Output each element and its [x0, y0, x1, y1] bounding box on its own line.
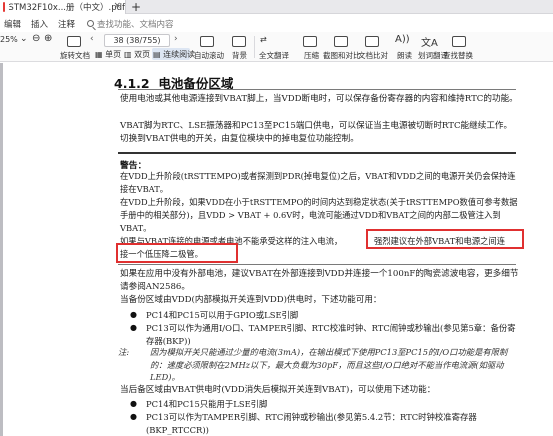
find-replace-label[interactable]: 查找替换 — [443, 50, 473, 61]
double-page-label: 双页 — [134, 50, 151, 59]
zoom-dropdown-icon[interactable]: ⌄ — [20, 34, 28, 44]
full-translate-button[interactable]: 全文翻译 — [259, 50, 289, 61]
heading-rule — [118, 89, 516, 90]
tab-bar: STM32F10x...册（中文）.pdf × + — [0, 0, 553, 14]
screenshot-compare-icon[interactable] — [334, 36, 348, 47]
warning-end-rule — [118, 264, 516, 265]
auto-scroll-icon[interactable] — [200, 36, 214, 47]
zoom-out-icon[interactable]: ⊖ — [32, 33, 40, 44]
compress-icon[interactable] — [303, 36, 317, 47]
smart-translate-icon[interactable]: ⇄ — [260, 35, 267, 44]
continuous-read-button[interactable]: ▤ 连续阅读 — [153, 49, 195, 60]
list-item: PC13可以作为TAMPER引脚、RTC闹钟或秒输出(参见第5.4.2节：RTC… — [130, 411, 520, 436]
next-page-icon[interactable]: › — [174, 34, 178, 44]
toolbar: 25% ⌄ ⊖ ⊕ 旋转文档 ‹ 38 (38/755) › ▦ 单页 ▥ 双页… — [0, 32, 553, 62]
new-tab-button[interactable]: + — [131, 0, 141, 14]
menu-edit[interactable]: 编辑 — [4, 18, 21, 30]
paragraph-vdd-functions: 当备份区域由VDD(内部模拟开关连到VDD)供电时，下述功能可用： — [120, 295, 382, 305]
rotate-document-icon[interactable] — [67, 36, 81, 47]
continuous-read-label: 连续阅读 — [163, 50, 196, 59]
document-tab[interactable]: STM32F10x...册（中文）.pdf × — [0, 0, 126, 14]
paragraph-vbat-functions: 当后备区域由VBAT供电时(VDD消失后模拟开关连到VBAT)，可以使用下述功能… — [120, 385, 436, 395]
note-text: 因为模拟开关只能通过少量的电流(3mA)，在输出模式下使用PC13至PC15的I… — [150, 347, 508, 382]
rotate-document-label[interactable]: 旋转文档 — [60, 50, 90, 61]
page-number-input[interactable]: 38 (38/755) — [104, 34, 170, 47]
background-icon[interactable] — [232, 36, 246, 47]
feature-search-placeholder: 查找功能、文档内容 — [97, 19, 174, 30]
highlight-box-2 — [116, 243, 238, 263]
pdf-file-icon — [3, 2, 12, 12]
menu-insert[interactable]: 插入 — [31, 18, 48, 30]
list-item: PC13可以作为通用I/O口、TAMPER引脚、RTC校准时钟、RTC闹钟或秒输… — [130, 322, 520, 347]
read-aloud-icon[interactable]: A)) — [395, 34, 410, 45]
background-label[interactable]: 背景 — [232, 50, 247, 61]
note-label: 注: — [118, 347, 130, 357]
page-number-value: 38 (38/755) — [113, 36, 161, 45]
document-page[interactable]: 4.1.2 电池备份区域 使用电池或其他电源连接到VBAT脚上，当VDD断电时，… — [0, 63, 553, 436]
search-icon — [87, 20, 95, 27]
menu-annotate[interactable]: 注释 — [58, 18, 75, 30]
single-page-label: 单页 — [105, 50, 122, 59]
document-tab-title: STM32F10x...册（中文）.pdf — [8, 3, 125, 13]
paragraph-no-battery: 如果在应用中没有外部电池，建议VBAT在外部连接到VDD并连接一个100nF的陶… — [120, 269, 519, 292]
text-compare-icon[interactable] — [365, 36, 379, 47]
highlight-box-1 — [366, 229, 524, 249]
close-tab-icon[interactable]: × — [113, 1, 121, 11]
double-page-button[interactable]: ▥ 双页 — [124, 49, 150, 60]
warning-rule — [118, 152, 516, 154]
list-item: PC14和PC15可以用于GPIO或LSE引脚 — [130, 309, 520, 322]
warning-paragraph-1: 在VDD上升阶段(tRSTTEMPO)或者探测到PDR(掉电复位)之后，VBAT… — [120, 171, 516, 194]
find-replace-icon[interactable] — [452, 36, 466, 47]
screenshot-compare-label[interactable]: 截图和对比 — [323, 50, 361, 61]
single-page-button[interactable]: ▦ 单页 — [95, 49, 121, 60]
menu-bar: 编辑 插入 注释 查找功能、文档内容 — [0, 15, 553, 32]
zoom-in-icon[interactable]: ⊕ — [44, 33, 52, 44]
toolbar-divider — [254, 36, 255, 58]
auto-scroll-label[interactable]: 自动滚动 — [194, 50, 224, 61]
read-aloud-label[interactable]: 朗读 — [397, 50, 412, 61]
text-compare-label[interactable]: 文档比对 — [358, 50, 388, 61]
list-item: PC14和PC15只能用于LSE引脚 — [130, 398, 520, 411]
feature-search[interactable]: 查找功能、文档内容 — [87, 18, 174, 30]
previous-page-icon[interactable]: ‹ — [90, 34, 94, 44]
compress-label[interactable]: 压缩 — [304, 50, 319, 61]
word-translate-icon[interactable]: 文A — [421, 34, 438, 49]
paragraph-vbat: VBAT脚为RTC、LSE振荡器和PC13至PC15端口供电，可以保证当主电源被… — [120, 121, 513, 144]
paragraph-intro: 使用电池或其他电源连接到VBAT脚上，当VDD断电时，可以保存备份寄存器的内容和… — [120, 94, 518, 104]
zoom-level[interactable]: 25% — [0, 35, 18, 44]
page-edge — [0, 63, 3, 436]
